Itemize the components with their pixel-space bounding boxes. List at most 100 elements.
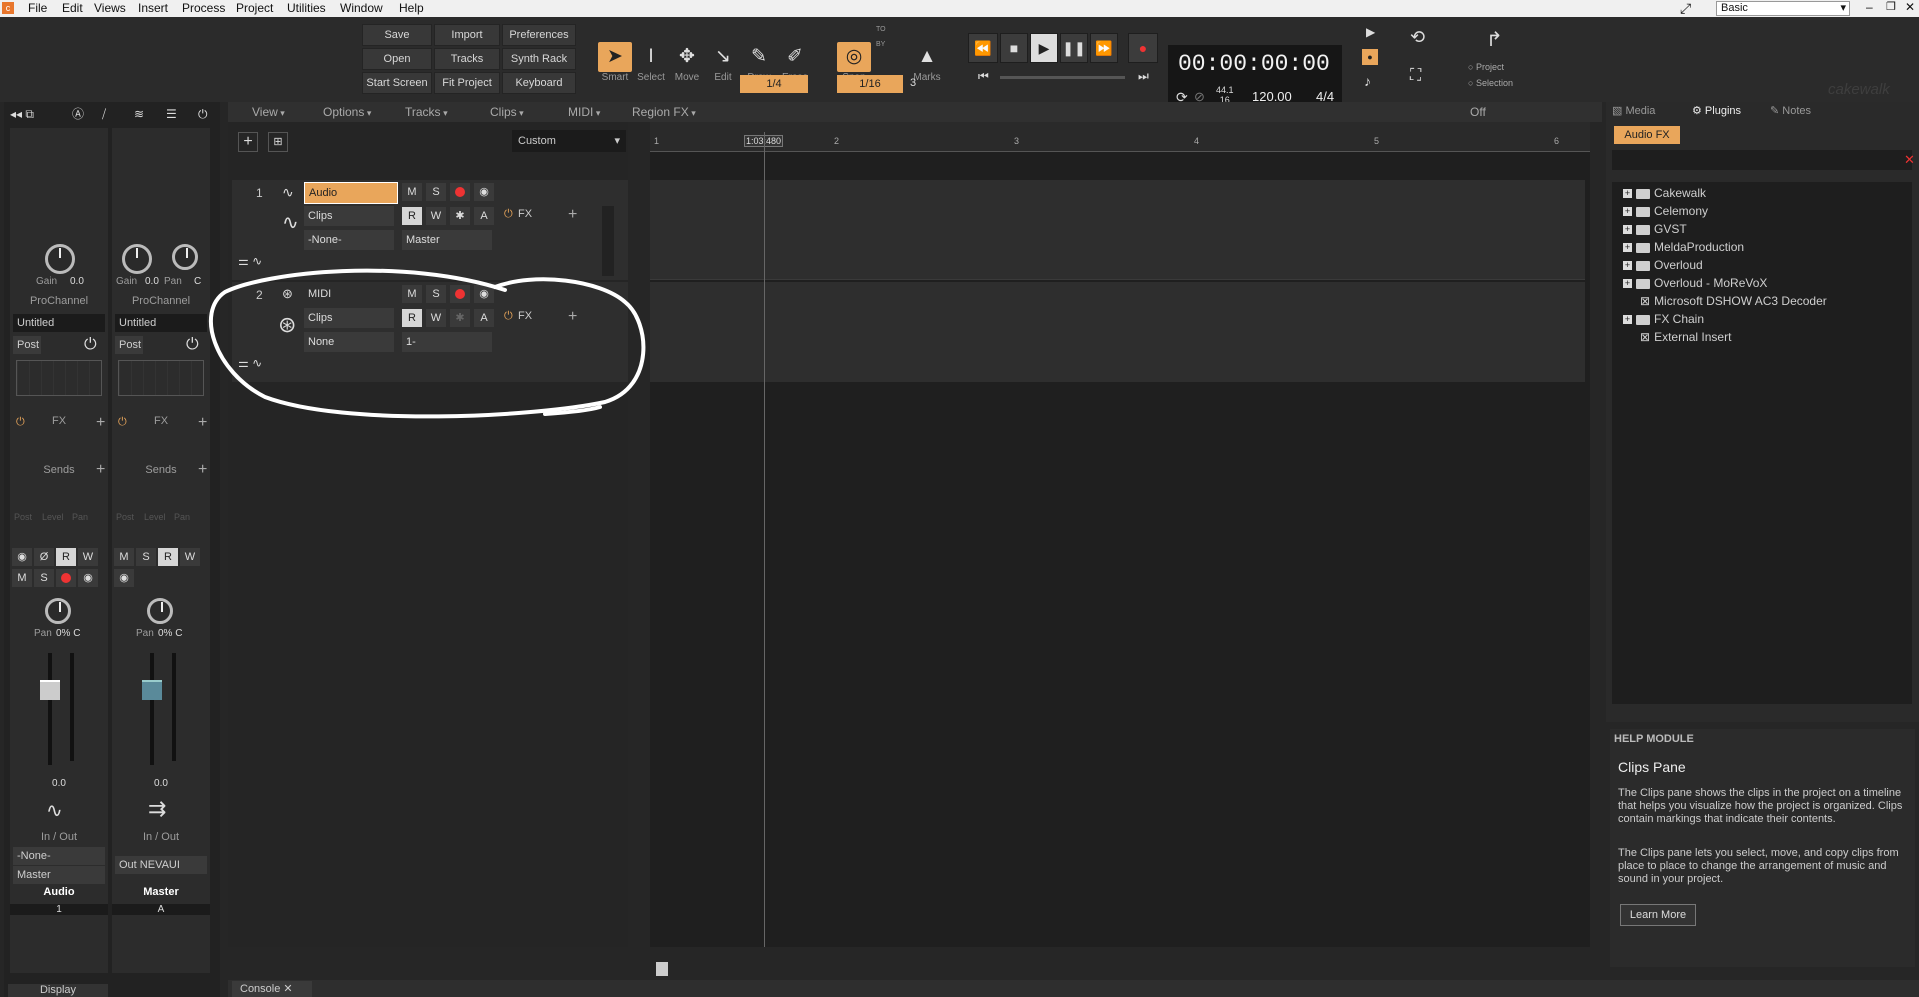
prochannel-power-icon[interactable]: ⏻	[186, 336, 199, 354]
snap-to-label[interactable]: TO	[876, 26, 886, 33]
sends-add-icon[interactable]: +	[96, 461, 105, 479]
menu-process[interactable]: Process	[182, 1, 225, 15]
eq-graph[interactable]	[16, 360, 102, 396]
fx-add-icon[interactable]: +	[568, 206, 577, 224]
loop-record-icon[interactable]: ●	[1362, 49, 1378, 65]
fast-forward-button[interactable]: ⏩	[1090, 33, 1118, 63]
write-button[interactable]: W	[426, 207, 446, 225]
menu-tracks[interactable]: Tracks	[405, 102, 448, 123]
freeze-button[interactable]: ✱	[450, 207, 470, 225]
clip-lane-1[interactable]	[650, 180, 1585, 280]
loop-option-selection[interactable]: ○ Selection	[1468, 78, 1513, 88]
move-tool[interactable]: ✥ Move	[670, 42, 704, 90]
eq-icon[interactable]: ≋	[134, 104, 144, 124]
menu-views[interactable]: Views	[94, 1, 126, 15]
tree-item[interactable]: + MeldaProduction	[1623, 238, 1744, 256]
strip-name[interactable]: Master	[112, 886, 210, 898]
tree-item[interactable]: ⊠ External Insert	[1640, 328, 1731, 346]
read-button[interactable]: R	[56, 548, 76, 566]
fit-project-button[interactable]: Fit Project	[434, 72, 500, 94]
menu-edit[interactable]: Edit	[62, 1, 83, 15]
menu-insert[interactable]: Insert	[138, 1, 168, 15]
fx-add-icon[interactable]: +	[96, 414, 105, 432]
track-folder-button[interactable]: ⊞	[268, 132, 288, 152]
select-tool[interactable]: I Select	[634, 42, 668, 90]
snap-grid[interactable]: 1/16	[837, 75, 903, 93]
menu-view[interactable]: View	[252, 102, 285, 123]
gain-knob[interactable]	[45, 244, 75, 274]
play-button[interactable]: ▶	[1030, 33, 1058, 63]
volume-fader[interactable]	[142, 680, 162, 700]
position-slider[interactable]	[1000, 76, 1125, 79]
tab-audio-fx[interactable]: Audio FX	[1614, 126, 1680, 144]
input-select[interactable]: -None-	[304, 230, 394, 250]
import-button[interactable]: Import	[434, 24, 500, 46]
metronome-icon[interactable]: ♪	[1364, 73, 1371, 89]
track-filter-select[interactable]: Custom ▾	[512, 130, 626, 152]
eq-graph[interactable]	[118, 360, 204, 396]
preferences-button[interactable]: Preferences	[502, 24, 576, 46]
record-arm-button[interactable]	[450, 183, 470, 201]
menu-file[interactable]: File	[28, 1, 47, 15]
console-tab[interactable]: Console ✕	[232, 981, 312, 997]
display-tab[interactable]: Display	[8, 984, 108, 997]
power-icon[interactable]: ⏻	[198, 104, 208, 124]
pan-top-knob[interactable]	[172, 244, 198, 270]
input-echo-button[interactable]: ◉	[474, 183, 494, 201]
mute-button[interactable]: M	[12, 569, 32, 587]
clips-pane[interactable]: 1 2 3 4 5 6 1:03:480	[650, 122, 1590, 976]
tree-item[interactable]: + Overloud	[1623, 256, 1703, 274]
preset-field[interactable]: Untitled	[115, 314, 207, 332]
read-button[interactable]: R	[402, 207, 422, 225]
output-select[interactable]: Out NEVAUI	[115, 856, 207, 874]
menu-options[interactable]: Options	[323, 102, 371, 123]
menu-window[interactable]: Window	[340, 1, 383, 15]
solo-button[interactable]: S	[136, 548, 156, 566]
snap-off-label[interactable]: Off	[1470, 102, 1486, 122]
preset-field[interactable]: Untitled	[13, 314, 105, 332]
tree-item[interactable]: + FX Chain	[1623, 310, 1704, 328]
monitor-button[interactable]: ◉	[78, 569, 98, 587]
snap-resolution[interactable]: 1/4	[740, 75, 808, 93]
stop-button[interactable]: ■	[1000, 33, 1028, 63]
input-select[interactable]: -None-	[13, 847, 105, 865]
horizontal-scroll-thumb[interactable]	[656, 962, 668, 976]
export-icon[interactable]: ↱	[1486, 27, 1503, 52]
add-track-button[interactable]: +	[238, 132, 258, 152]
menu-utilities[interactable]: Utilities	[287, 1, 326, 15]
restore-icon[interactable]: ❐	[1886, 0, 1896, 13]
tree-item[interactable]: + Cakewalk	[1623, 184, 1706, 202]
solo-button[interactable]: S	[426, 183, 446, 201]
post-button[interactable]: Post	[115, 336, 143, 354]
expand-icon[interactable]: ⤢	[1680, 0, 1691, 17]
record-arm-button[interactable]	[56, 569, 76, 587]
tab-notes[interactable]: ✎ Notes	[1770, 104, 1811, 117]
input-echo-button[interactable]: ◉	[12, 548, 32, 566]
save-button[interactable]: Save	[362, 24, 432, 46]
punch-icon[interactable]: ⛶	[1410, 67, 1421, 85]
workspace-select[interactable]: Basic ▾	[1716, 1, 1850, 16]
pan-knob[interactable]	[45, 598, 71, 624]
track-mode-select[interactable]: Clips	[304, 206, 394, 226]
ab-icon[interactable]: ⧸	[102, 104, 106, 124]
sends-add-icon[interactable]: +	[198, 461, 207, 479]
output-select[interactable]: Master	[13, 866, 105, 884]
learn-more-button[interactable]: Learn More	[1620, 904, 1696, 926]
volume-fader[interactable]	[40, 680, 60, 700]
a-icon[interactable]: Ⓐ	[72, 104, 84, 124]
mute-button[interactable]: M	[114, 548, 134, 566]
tree-item[interactable]: + Overloud - MoReVoX	[1623, 274, 1767, 292]
tree-item[interactable]: + GVST	[1623, 220, 1687, 238]
tracks-button[interactable]: Tracks	[434, 48, 500, 70]
tab-media[interactable]: ▧ Media	[1612, 104, 1655, 117]
pause-button[interactable]: ❚❚	[1060, 33, 1088, 63]
rewind-button[interactable]: ⏪	[968, 33, 998, 63]
app-icon[interactable]: c	[2, 2, 14, 14]
input-echo-button[interactable]: ◉	[114, 569, 134, 587]
prochannel-power-icon[interactable]: ⏻	[84, 336, 97, 354]
time-ruler[interactable]: 1 2 3 4 5 6 1:03:480	[650, 122, 1590, 152]
menu-help[interactable]: Help	[399, 1, 424, 15]
phase-button[interactable]: Ø	[34, 548, 54, 566]
menu-region-fx[interactable]: Region FX	[632, 102, 696, 123]
go-to-start-icon[interactable]: ⏮	[978, 69, 989, 84]
